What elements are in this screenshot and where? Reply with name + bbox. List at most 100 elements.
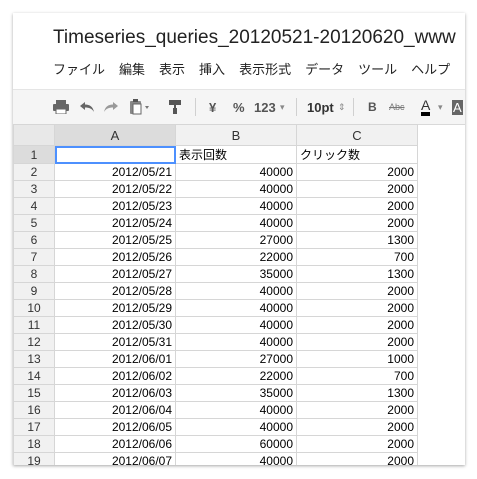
chevron-down-icon[interactable]: ▾ <box>280 90 285 124</box>
cell-clicks[interactable]: 2000 <box>296 418 418 436</box>
cell-impressions[interactable]: 40000 <box>175 333 297 351</box>
cell-date[interactable]: 2012/05/30 <box>54 316 176 334</box>
number-format-dropdown[interactable]: 123 <box>254 90 276 124</box>
cell-impressions[interactable]: 40000 <box>175 214 297 232</box>
row-header[interactable]: 16 <box>13 401 55 419</box>
cell-date[interactable]: 2012/05/24 <box>54 214 176 232</box>
cell-impressions[interactable]: 40000 <box>175 401 297 419</box>
currency-button[interactable]: ¥ <box>209 90 216 124</box>
cell-date[interactable]: 2012/05/27 <box>54 265 176 283</box>
cell-header-clicks[interactable]: クリック数 <box>296 145 418 164</box>
cell-impressions[interactable]: 60000 <box>175 435 297 453</box>
undo-icon[interactable] <box>79 90 95 124</box>
cell-impressions[interactable]: 40000 <box>175 452 297 465</box>
cell-date[interactable]: 2012/06/06 <box>54 435 176 453</box>
cell-clicks[interactable]: 1300 <box>296 384 418 402</box>
cell-date[interactable]: 2012/05/28 <box>54 282 176 300</box>
row-header[interactable]: 4 <box>13 197 55 215</box>
cell-impressions[interactable]: 22000 <box>175 248 297 266</box>
row-header[interactable]: 19 <box>13 452 55 465</box>
bold-button[interactable]: B <box>368 90 377 124</box>
menu-insert[interactable]: 挿入 <box>199 59 225 79</box>
cell-impressions[interactable]: 40000 <box>175 197 297 215</box>
row-header[interactable]: 13 <box>13 350 55 368</box>
cell-impressions[interactable]: 22000 <box>175 367 297 385</box>
cell-impressions[interactable]: 27000 <box>175 350 297 368</box>
cell-impressions[interactable]: 40000 <box>175 282 297 300</box>
row-header[interactable]: 12 <box>13 333 55 351</box>
chevron-down-icon[interactable]: ▾ <box>438 90 443 124</box>
print-icon[interactable] <box>53 90 69 124</box>
cell-clicks[interactable]: 2000 <box>296 452 418 465</box>
cell-date[interactable]: 2012/06/07 <box>54 452 176 465</box>
row-header[interactable]: 11 <box>13 316 55 334</box>
cell-date[interactable]: 2012/06/04 <box>54 401 176 419</box>
menu-format[interactable]: 表示形式 <box>239 59 291 79</box>
row-header[interactable]: 15 <box>13 384 55 402</box>
cell-clicks[interactable]: 2000 <box>296 316 418 334</box>
paste-icon[interactable] <box>129 90 153 124</box>
cell-clicks[interactable]: 2000 <box>296 197 418 215</box>
percent-button[interactable]: % <box>233 90 245 124</box>
row-header[interactable]: 18 <box>13 435 55 453</box>
cell-date[interactable]: 2012/06/05 <box>54 418 176 436</box>
document-title[interactable]: Timeseries_queries_20120521-20120620_www <box>53 27 456 49</box>
row-header[interactable]: 10 <box>13 299 55 317</box>
cell-date[interactable]: 2012/05/26 <box>54 248 176 266</box>
select-all-corner[interactable] <box>13 124 55 146</box>
cell-clicks[interactable]: 2000 <box>296 333 418 351</box>
row-header[interactable]: 9 <box>13 282 55 300</box>
cell-clicks[interactable]: 1000 <box>296 350 418 368</box>
cell-date[interactable]: 2012/05/22 <box>54 180 176 198</box>
row-header[interactable]: 7 <box>13 248 55 266</box>
cell-clicks[interactable]: 2000 <box>296 163 418 181</box>
cell-impressions[interactable]: 40000 <box>175 316 297 334</box>
row-header[interactable]: 6 <box>13 231 55 249</box>
strikethrough-button[interactable]: Abc <box>389 90 405 124</box>
cell-date[interactable]: 2012/05/29 <box>54 299 176 317</box>
row-header[interactable]: 5 <box>13 214 55 232</box>
row-header[interactable]: 2 <box>13 163 55 181</box>
cell-clicks[interactable]: 2000 <box>296 180 418 198</box>
row-header[interactable]: 1 <box>13 145 55 164</box>
cell-date[interactable]: 2012/06/03 <box>54 384 176 402</box>
cell-date[interactable] <box>54 145 176 164</box>
cell-impressions[interactable]: 27000 <box>175 231 297 249</box>
cell-clicks[interactable]: 700 <box>296 367 418 385</box>
column-header-b[interactable]: B <box>175 124 297 146</box>
menu-data[interactable]: データ <box>305 59 344 79</box>
cell-clicks[interactable]: 2000 <box>296 282 418 300</box>
menu-edit[interactable]: 編集 <box>119 59 145 79</box>
fill-color-button[interactable]: A <box>452 90 463 124</box>
cell-impressions[interactable]: 40000 <box>175 299 297 317</box>
stepper-icon[interactable]: ⇕ <box>338 90 346 124</box>
row-header[interactable]: 17 <box>13 418 55 436</box>
cell-date[interactable]: 2012/05/31 <box>54 333 176 351</box>
cell-header-impressions[interactable]: 表示回数 <box>175 145 297 164</box>
menu-view[interactable]: 表示 <box>159 59 185 79</box>
paint-format-icon[interactable] <box>167 90 183 124</box>
cell-clicks[interactable]: 700 <box>296 248 418 266</box>
font-size-select[interactable]: 10pt <box>307 90 334 124</box>
cell-impressions[interactable]: 35000 <box>175 265 297 283</box>
redo-icon[interactable] <box>103 90 119 124</box>
cell-clicks[interactable]: 2000 <box>296 401 418 419</box>
cell-impressions[interactable]: 40000 <box>175 180 297 198</box>
menu-file[interactable]: ファイル <box>53 59 105 79</box>
cell-impressions[interactable]: 35000 <box>175 384 297 402</box>
text-color-button[interactable]: A <box>421 90 431 124</box>
column-header-c[interactable]: C <box>296 124 418 146</box>
cell-clicks[interactable]: 1300 <box>296 265 418 283</box>
row-header[interactable]: 8 <box>13 265 55 283</box>
cell-date[interactable]: 2012/05/25 <box>54 231 176 249</box>
cell-clicks[interactable]: 1300 <box>296 231 418 249</box>
cell-clicks[interactable]: 2000 <box>296 214 418 232</box>
cell-clicks[interactable]: 2000 <box>296 435 418 453</box>
cell-impressions[interactable]: 40000 <box>175 163 297 181</box>
cell-impressions[interactable]: 40000 <box>175 418 297 436</box>
cell-date[interactable]: 2012/05/21 <box>54 163 176 181</box>
menu-help[interactable]: ヘルプ <box>411 59 450 79</box>
cell-date[interactable]: 2012/06/01 <box>54 350 176 368</box>
row-header[interactable]: 3 <box>13 180 55 198</box>
cell-date[interactable]: 2012/06/02 <box>54 367 176 385</box>
